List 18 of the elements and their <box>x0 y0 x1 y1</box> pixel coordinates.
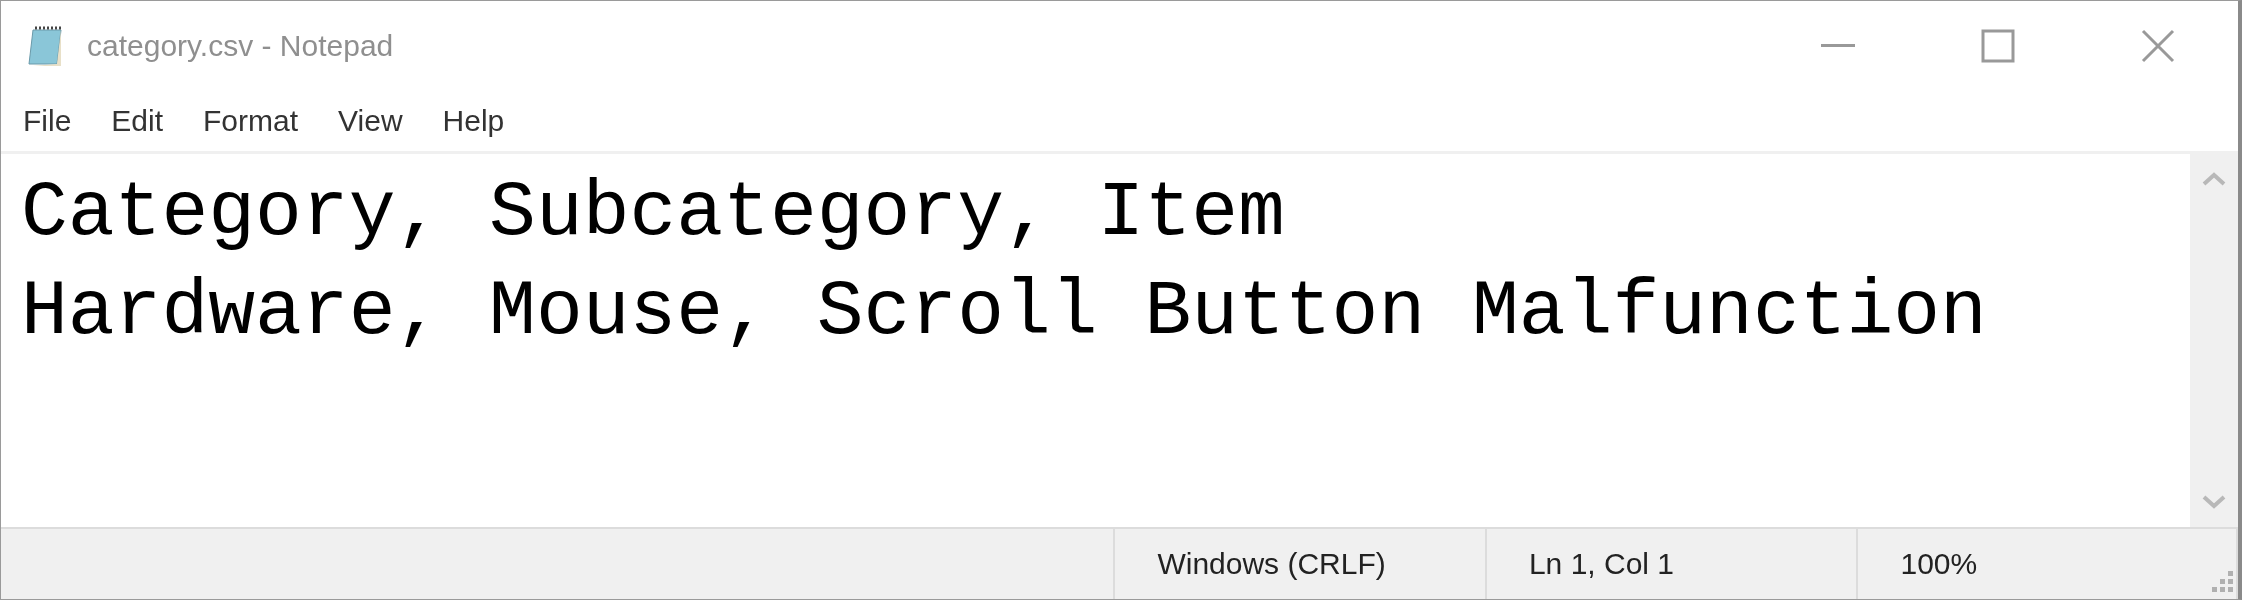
menu-item[interactable]: Edit <box>99 104 176 138</box>
status-text: Windows (CRLF) <box>1157 547 1386 581</box>
menu-item[interactable]: Format <box>191 104 311 138</box>
close-icon[interactable] <box>2141 29 2175 63</box>
status-text: Ln 1, Col 1 <box>1528 547 1675 581</box>
menu-item[interactable]: File <box>11 104 84 138</box>
maximize-icon[interactable] <box>1981 29 2015 63</box>
menu-item[interactable]: Help <box>430 104 517 138</box>
scroll-down-icon[interactable] <box>2202 495 2226 509</box>
scrollbar[interactable] <box>2190 154 2238 527</box>
text-line: Category, Subcategory, Item <box>21 168 1286 259</box>
window-title: category.csv - Notepad <box>87 29 395 63</box>
text-area[interactable]: Category, Subcategory, Item Hardware, Mouse, Scroll Button Malfunction <box>1 154 2190 527</box>
menu-item[interactable]: View <box>326 104 415 138</box>
status-text: 100% <box>1900 547 1978 581</box>
minimize-icon[interactable] <box>1821 44 1855 48</box>
scroll-up-icon[interactable] <box>2202 172 2226 186</box>
text-line: Hardware, Mouse, Scroll Button Malfunction <box>21 267 1988 358</box>
